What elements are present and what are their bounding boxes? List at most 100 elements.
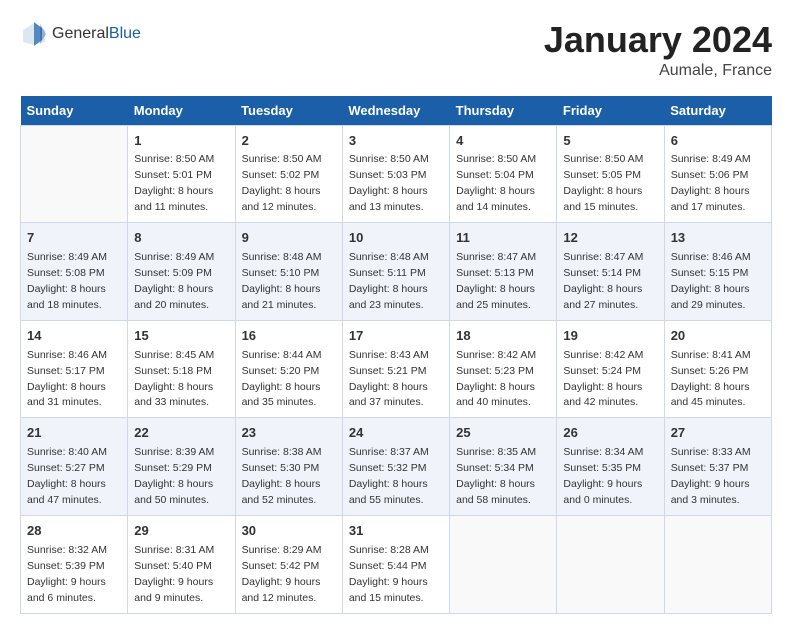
day-info: Sunrise: 8:49 AMSunset: 5:06 PMDaylight:… — [671, 153, 751, 213]
day-cell: 22Sunrise: 8:39 AMSunset: 5:29 PMDayligh… — [128, 418, 235, 516]
week-row-3: 14 Sunrise: 8:46 AMSunset: 5:17 PMDayligh… — [21, 320, 772, 418]
col-saturday: Saturday — [664, 96, 771, 126]
day-number: 19 — [563, 327, 657, 346]
day-info: Sunrise: 8:50 AMSunset: 5:03 PMDaylight:… — [349, 153, 429, 213]
col-friday: Friday — [557, 96, 664, 126]
col-sunday: Sunday — [21, 96, 128, 126]
day-cell: 23Sunrise: 8:38 AMSunset: 5:30 PMDayligh… — [235, 418, 342, 516]
col-monday: Monday — [128, 96, 235, 126]
day-number: 31 — [349, 522, 443, 541]
day-number: 24 — [349, 424, 443, 443]
day-info: Sunrise: 8:49 AMSunset: 5:08 PMDaylight:… — [27, 251, 107, 311]
day-number: 27 — [671, 424, 765, 443]
week-row-5: 28Sunrise: 8:32 AMSunset: 5:39 PMDayligh… — [21, 515, 772, 613]
logo-general-text: General — [52, 25, 109, 43]
day-number: 2 — [242, 132, 336, 151]
day-number: 29 — [134, 522, 228, 541]
logo-icon — [20, 20, 48, 48]
day-info: Sunrise: 8:46 AMSunset: 5:17 PMDaylight:… — [27, 349, 107, 409]
day-number: 23 — [242, 424, 336, 443]
day-number: 14 — [27, 327, 121, 346]
day-info: Sunrise: 8:42 AMSunset: 5:23 PMDaylight:… — [456, 349, 536, 409]
day-cell: 18 Sunrise: 8:42 AMSunset: 5:23 PMDayligh… — [450, 320, 557, 418]
day-number: 21 — [27, 424, 121, 443]
day-cell — [557, 515, 664, 613]
col-wednesday: Wednesday — [342, 96, 449, 126]
day-cell: 29Sunrise: 8:31 AMSunset: 5:40 PMDayligh… — [128, 515, 235, 613]
day-info: Sunrise: 8:50 AMSunset: 5:01 PMDaylight:… — [134, 153, 214, 213]
day-number: 6 — [671, 132, 765, 151]
day-cell: 6 Sunrise: 8:49 AMSunset: 5:06 PMDaylight… — [664, 125, 771, 223]
day-number: 17 — [349, 327, 443, 346]
day-info: Sunrise: 8:40 AMSunset: 5:27 PMDaylight:… — [27, 446, 107, 506]
day-number: 3 — [349, 132, 443, 151]
day-info: Sunrise: 8:49 AMSunset: 5:09 PMDaylight:… — [134, 251, 214, 311]
day-info: Sunrise: 8:47 AMSunset: 5:14 PMDaylight:… — [563, 251, 643, 311]
day-number: 25 — [456, 424, 550, 443]
day-cell: 24Sunrise: 8:37 AMSunset: 5:32 PMDayligh… — [342, 418, 449, 516]
day-cell: 28Sunrise: 8:32 AMSunset: 5:39 PMDayligh… — [21, 515, 128, 613]
day-number: 10 — [349, 229, 443, 248]
day-cell: 11 Sunrise: 8:47 AMSunset: 5:13 PMDayligh… — [450, 223, 557, 321]
day-number: 9 — [242, 229, 336, 248]
day-number: 7 — [27, 229, 121, 248]
day-info: Sunrise: 8:34 AMSunset: 5:35 PMDaylight:… — [563, 446, 643, 506]
week-row-1: 1 Sunrise: 8:50 AMSunset: 5:01 PMDaylight… — [21, 125, 772, 223]
day-cell: 1 Sunrise: 8:50 AMSunset: 5:01 PMDaylight… — [128, 125, 235, 223]
col-tuesday: Tuesday — [235, 96, 342, 126]
calendar-table: Sunday Monday Tuesday Wednesday Thursday… — [20, 96, 772, 614]
day-number: 8 — [134, 229, 228, 248]
day-number: 11 — [456, 229, 550, 248]
day-number: 30 — [242, 522, 336, 541]
day-cell: 10 Sunrise: 8:48 AMSunset: 5:11 PMDayligh… — [342, 223, 449, 321]
logo: GeneralBlue — [20, 20, 141, 48]
day-number: 20 — [671, 327, 765, 346]
day-cell: 4 Sunrise: 8:50 AMSunset: 5:04 PMDaylight… — [450, 125, 557, 223]
day-cell: 20 Sunrise: 8:41 AMSunset: 5:26 PMDayligh… — [664, 320, 771, 418]
day-info: Sunrise: 8:50 AMSunset: 5:02 PMDaylight:… — [242, 153, 322, 213]
col-thursday: Thursday — [450, 96, 557, 126]
day-cell: 13 Sunrise: 8:46 AMSunset: 5:15 PMDayligh… — [664, 223, 771, 321]
day-info: Sunrise: 8:35 AMSunset: 5:34 PMDaylight:… — [456, 446, 536, 506]
day-number: 13 — [671, 229, 765, 248]
day-number: 16 — [242, 327, 336, 346]
day-cell: 30 Sunrise: 8:29 AMSunset: 5:42 PMDayligh… — [235, 515, 342, 613]
day-cell: 14 Sunrise: 8:46 AMSunset: 5:17 PMDayligh… — [21, 320, 128, 418]
day-cell: 21 Sunrise: 8:40 AMSunset: 5:27 PMDayligh… — [21, 418, 128, 516]
day-cell: 31Sunrise: 8:28 AMSunset: 5:44 PMDayligh… — [342, 515, 449, 613]
day-number: 28 — [27, 522, 121, 541]
day-info: Sunrise: 8:45 AMSunset: 5:18 PMDaylight:… — [134, 349, 214, 409]
day-cell: 9 Sunrise: 8:48 AMSunset: 5:10 PMDaylight… — [235, 223, 342, 321]
week-row-2: 7 Sunrise: 8:49 AMSunset: 5:08 PMDaylight… — [21, 223, 772, 321]
location-text: Aumale, France — [544, 62, 772, 80]
day-number: 26 — [563, 424, 657, 443]
day-number: 1 — [134, 132, 228, 151]
day-cell — [664, 515, 771, 613]
header-row: Sunday Monday Tuesday Wednesday Thursday… — [21, 96, 772, 126]
day-number: 22 — [134, 424, 228, 443]
day-info: Sunrise: 8:50 AMSunset: 5:04 PMDaylight:… — [456, 153, 536, 213]
day-cell: 26 Sunrise: 8:34 AMSunset: 5:35 PMDayligh… — [557, 418, 664, 516]
day-cell: 16 Sunrise: 8:44 AMSunset: 5:20 PMDayligh… — [235, 320, 342, 418]
day-number: 18 — [456, 327, 550, 346]
page-header: GeneralBlue January 2024 Aumale, France — [20, 20, 772, 80]
day-info: Sunrise: 8:44 AMSunset: 5:20 PMDaylight:… — [242, 349, 322, 409]
day-info: Sunrise: 8:43 AMSunset: 5:21 PMDaylight:… — [349, 349, 429, 409]
day-number: 4 — [456, 132, 550, 151]
day-info: Sunrise: 8:42 AMSunset: 5:24 PMDaylight:… — [563, 349, 643, 409]
day-info: Sunrise: 8:50 AMSunset: 5:05 PMDaylight:… — [563, 153, 643, 213]
day-info: Sunrise: 8:46 AMSunset: 5:15 PMDaylight:… — [671, 251, 751, 311]
day-info: Sunrise: 8:29 AMSunset: 5:42 PMDaylight:… — [242, 544, 322, 604]
month-title: January 2024 — [544, 20, 772, 60]
logo-text: GeneralBlue — [52, 25, 141, 43]
day-info: Sunrise: 8:47 AMSunset: 5:13 PMDaylight:… — [456, 251, 536, 311]
day-cell: 25 Sunrise: 8:35 AMSunset: 5:34 PMDayligh… — [450, 418, 557, 516]
day-cell — [450, 515, 557, 613]
day-info: Sunrise: 8:41 AMSunset: 5:26 PMDaylight:… — [671, 349, 751, 409]
day-cell: 5Sunrise: 8:50 AMSunset: 5:05 PMDaylight… — [557, 125, 664, 223]
day-cell: 12Sunrise: 8:47 AMSunset: 5:14 PMDayligh… — [557, 223, 664, 321]
day-info: Sunrise: 8:48 AMSunset: 5:10 PMDaylight:… — [242, 251, 322, 311]
day-info: Sunrise: 8:48 AMSunset: 5:11 PMDaylight:… — [349, 251, 429, 311]
day-number: 15 — [134, 327, 228, 346]
day-cell — [21, 125, 128, 223]
